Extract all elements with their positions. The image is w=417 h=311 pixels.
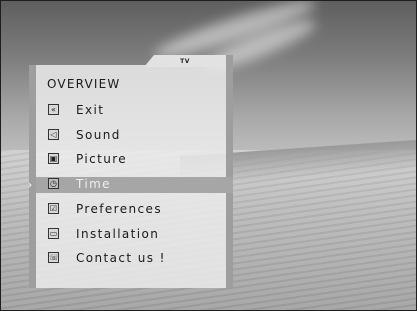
menu-item-picture[interactable]: ▣ Picture	[47, 152, 233, 168]
menu-left-bar	[29, 65, 36, 288]
menu-item-contact[interactable]: ☏ Contact us !	[47, 251, 233, 267]
menu-title: OVERVIEW	[47, 77, 121, 91]
menu-item-label: Picture	[76, 152, 128, 166]
installation-icon: ▭	[48, 228, 59, 239]
speaker-icon: ◁	[48, 129, 59, 140]
menu-item-time[interactable]: ◷ Time	[36, 177, 233, 193]
exit-icon: «	[48, 104, 59, 115]
clock-icon: ◷	[48, 178, 59, 189]
contact-icon: ☏	[48, 252, 60, 263]
tv-screen: TV OVERVIEW « Exit ◁ Sound ▣ Picture ◷ T…	[0, 0, 417, 311]
menu-item-label: Preferences	[76, 202, 162, 216]
preferences-icon: ☑	[48, 203, 59, 214]
tv-tab: TV	[144, 55, 226, 67]
menu-item-label: Exit	[76, 103, 105, 117]
menu-item-label: Time	[76, 177, 111, 191]
menu-item-label: Sound	[76, 128, 121, 142]
menu-item-preferences[interactable]: ☑ Preferences	[47, 202, 233, 218]
selection-arrow-icon: ›	[28, 180, 33, 191]
menu-item-exit[interactable]: « Exit	[47, 103, 233, 119]
picture-icon: ▣	[48, 153, 59, 164]
menu-item-label: Contact us !	[76, 251, 166, 265]
menu-item-installation[interactable]: ▭ Installation	[47, 227, 233, 243]
menu-item-sound[interactable]: ◁ Sound	[47, 128, 233, 144]
menu-item-label: Installation	[76, 227, 160, 241]
